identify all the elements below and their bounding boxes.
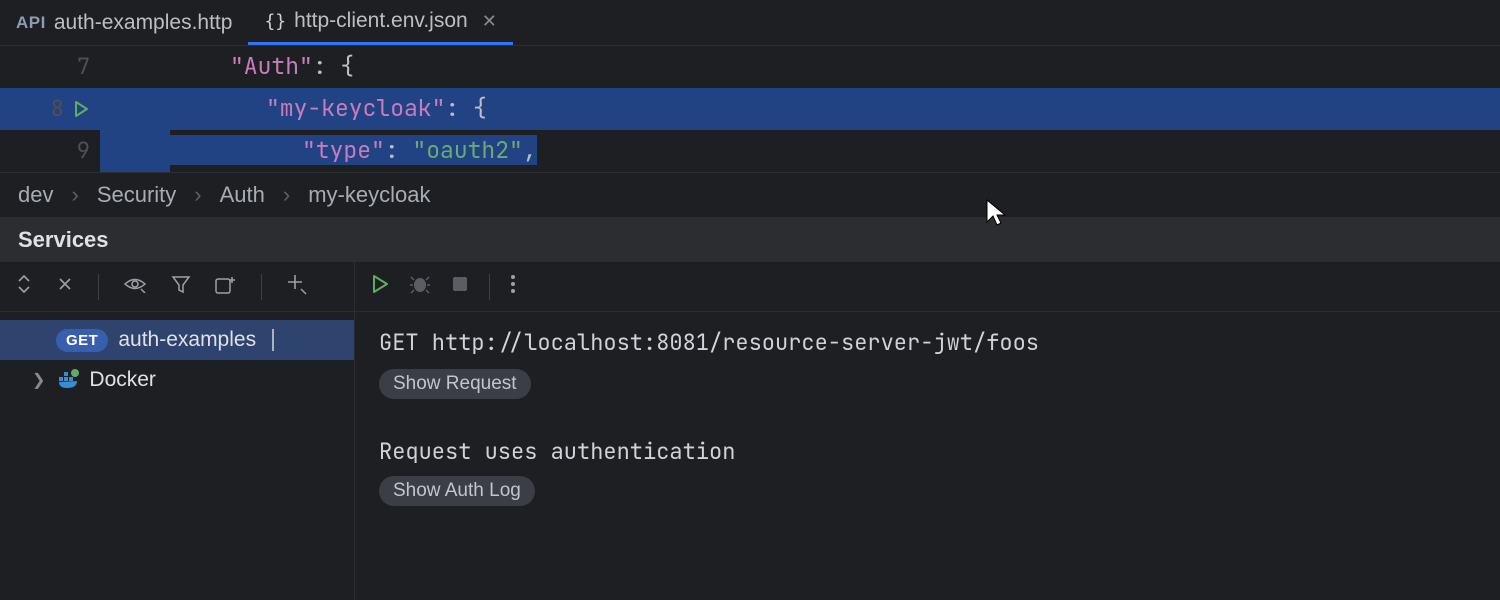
services-tree: GET auth-examples ❯ Docker <box>0 312 354 408</box>
run-gutter-icon[interactable] <box>72 100 90 118</box>
tree-item-http-request[interactable]: GET auth-examples <box>0 320 354 360</box>
filter-icon[interactable] <box>171 274 191 300</box>
auth-status-text: Request uses authentication <box>379 437 1476 466</box>
collapse-icon[interactable] <box>56 275 74 299</box>
tab-label: http-client.env.json <box>294 9 468 33</box>
services-detail-panel: GET http://localhost:8081/resource-serve… <box>355 262 1500 600</box>
expand-icon[interactable] <box>16 274 32 300</box>
gutter: 9 <box>0 131 100 171</box>
breadcrumb-item[interactable]: Security <box>97 182 176 208</box>
http-method-badge: GET <box>56 329 108 352</box>
separator <box>261 274 262 300</box>
debug-icon[interactable] <box>409 274 431 300</box>
breadcrumb-item[interactable]: dev <box>18 182 53 208</box>
api-file-icon: API <box>16 13 46 33</box>
tree-item-label: Docker <box>89 368 156 392</box>
chevron-right-icon: › <box>71 182 78 208</box>
add-icon[interactable] <box>286 273 308 301</box>
services-tree-panel: GET auth-examples ❯ Docker <box>0 262 355 600</box>
json-file-icon: {} <box>264 11 286 32</box>
code-editor[interactable]: 7 "Auth": { 8 "my-keycloak": { 9 "type":… <box>0 46 1500 172</box>
services-panel: GET auth-examples ❯ Docker <box>0 262 1500 600</box>
breadcrumb-item[interactable]: Auth <box>220 182 265 208</box>
code-line-selected: 8 "my-keycloak": { <box>0 88 1500 130</box>
separator <box>98 274 99 300</box>
services-detail-toolbar <box>355 262 1500 312</box>
code-line: 9 "type": "oauth2", <box>0 130 1500 172</box>
show-auth-log-button[interactable]: Show Auth Log <box>379 476 535 506</box>
tab-auth-examples[interactable]: API auth-examples.http <box>0 0 248 45</box>
tab-label: auth-examples.http <box>54 11 233 35</box>
code-line: 7 "Auth": { <box>0 46 1500 88</box>
breadcrumb-item[interactable]: my-keycloak <box>308 182 430 208</box>
chevron-right-icon[interactable]: ❯ <box>32 370 45 390</box>
text-cursor <box>272 329 274 351</box>
gutter: 8 <box>0 89 100 129</box>
show-request-button[interactable]: Show Request <box>379 369 531 399</box>
docker-icon <box>57 369 79 391</box>
tab-http-client-env[interactable]: {} http-client.env.json ✕ <box>248 0 512 45</box>
editor-tabs: API auth-examples.http {} http-client.en… <box>0 0 1500 46</box>
request-details: GET http://localhost:8081/resource-serve… <box>355 312 1500 522</box>
more-icon[interactable] <box>510 274 516 300</box>
breadcrumb: dev › Security › Auth › my-keycloak <box>0 172 1500 218</box>
chevron-right-icon: › <box>283 182 290 208</box>
run-icon[interactable] <box>371 274 389 300</box>
stop-icon[interactable] <box>451 275 469 299</box>
group-icon[interactable] <box>215 274 237 300</box>
separator <box>489 274 490 300</box>
services-panel-title: Services <box>0 218 1500 262</box>
tree-item-label: auth-examples <box>118 328 256 352</box>
close-icon[interactable]: ✕ <box>482 11 497 32</box>
chevron-right-icon: › <box>194 182 201 208</box>
eye-icon[interactable] <box>123 275 147 299</box>
request-url: GET http://localhost:8081/resource-serve… <box>379 328 1476 357</box>
services-tree-toolbar <box>0 262 354 312</box>
gutter: 7 <box>0 47 100 87</box>
tree-item-docker[interactable]: ❯ Docker <box>0 360 354 400</box>
